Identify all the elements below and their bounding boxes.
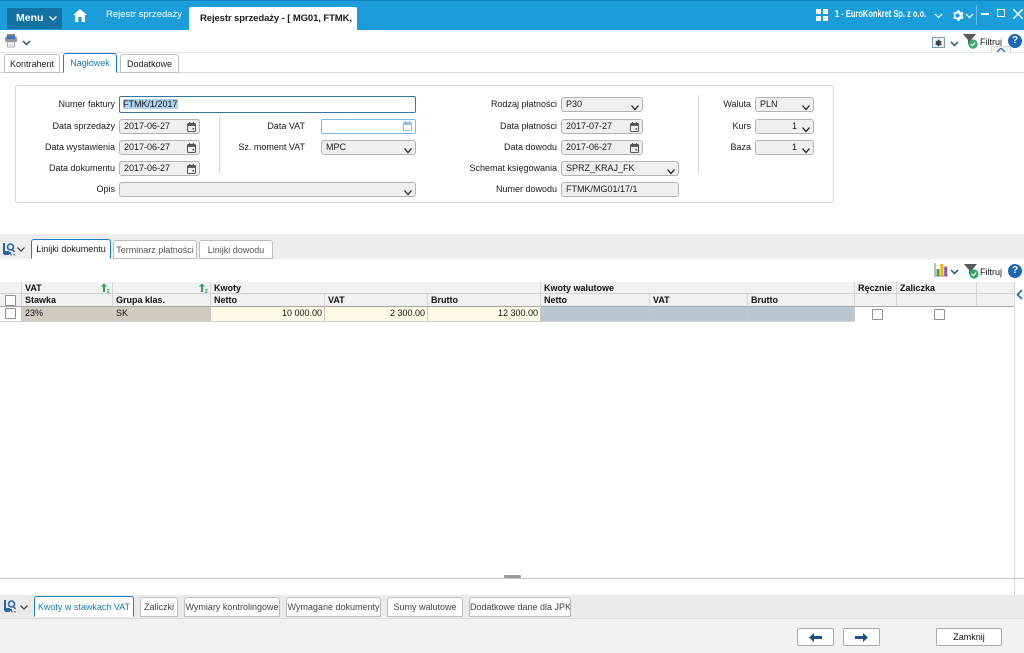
svg-text:3: 3: [205, 289, 208, 293]
svg-text:2: 2: [107, 289, 110, 293]
